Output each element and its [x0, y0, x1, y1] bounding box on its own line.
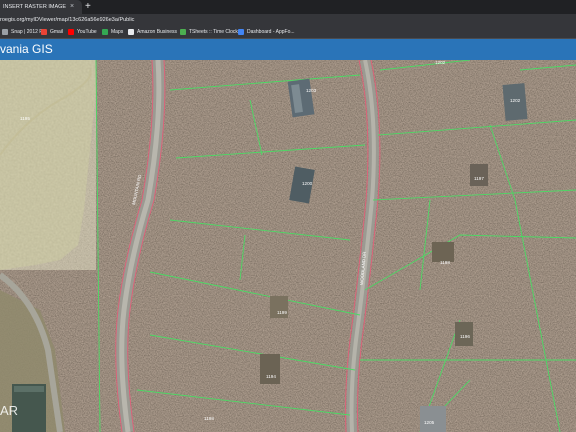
tab-title: INSERT RASTER IMAGE IN AUTOC: [3, 4, 67, 10]
parcel-label: 1202: [510, 98, 521, 103]
house-1198: [432, 242, 454, 262]
app-title: vania GIS: [0, 42, 53, 56]
parcel-label: 1202: [435, 60, 446, 65]
appfolio-icon: [238, 29, 244, 35]
parcel-label: 1198: [204, 416, 214, 421]
bookmark-item-youtube[interactable]: YouTube: [68, 27, 97, 37]
tab-close-icon[interactable]: ×: [70, 2, 74, 12]
house-1194: [260, 354, 280, 384]
browser-tab[interactable]: INSERT RASTER IMAGE IN AUTOC ×: [0, 0, 82, 14]
map-svg[interactable]: 1203 1202 1200 1202 1197 1198 1199 1194 …: [0, 60, 576, 432]
bookmark-label: YouTube: [77, 29, 97, 35]
parcel-label: 1199: [277, 310, 287, 315]
new-tab-button[interactable]: +: [85, 1, 91, 13]
house-1205: [420, 406, 446, 432]
bookmark-label: Amazon Business: [137, 29, 178, 35]
maps-icon: [102, 29, 108, 35]
bookmark-item-amazon[interactable]: Amazon Business: [128, 27, 177, 37]
gmail-icon: [41, 29, 47, 35]
page-icon: [2, 29, 8, 35]
bookmark-item-tsheets[interactable]: TSheets :: Time Clock: [180, 27, 238, 37]
house-1197: [470, 164, 488, 186]
parcel-label: 1205: [424, 420, 435, 425]
bookmark-label: Gmail: [50, 29, 64, 35]
parcel-label: 1195: [20, 116, 30, 121]
parcel-label: 1200: [302, 181, 313, 186]
address-bar[interactable]: roegis.org/myIDViewer/map/13c626a56e926e…: [0, 14, 576, 26]
amazon-icon: [128, 29, 134, 35]
parcel-label: 1194: [266, 374, 276, 379]
bookmark-label: Maps: [111, 29, 124, 35]
bookmark-item-gmail[interactable]: Gmail: [41, 27, 63, 37]
youtube-icon: [68, 29, 74, 35]
parcel-label: 1196: [460, 334, 470, 339]
tsheets-icon: [180, 29, 186, 35]
app-header: vania GIS: [0, 39, 576, 60]
parcel-label: 1203: [306, 88, 317, 93]
bookmark-item-maps[interactable]: Maps: [102, 27, 123, 37]
building-roof-ridge: [14, 386, 44, 392]
map-canvas[interactable]: 1203 1202 1200 1202 1197 1198 1199 1194 …: [0, 60, 576, 432]
bookmark-label: TSheets :: Time Clock: [189, 29, 238, 35]
bookmark-label: Dashboard - AppFo...: [247, 29, 295, 35]
bookmarks-bar: Snap | 2012 R... Gmail YouTube Maps Amaz…: [0, 26, 576, 39]
parcel-label: 1198: [440, 260, 450, 265]
url-text[interactable]: roegis.org/myIDViewer/map/13c626a56e926e…: [0, 15, 134, 25]
parcel-label: 1197: [474, 176, 484, 181]
map-watermark: AR: [0, 403, 19, 418]
bookmark-item-dashboard[interactable]: Dashboard - AppFo...: [238, 27, 295, 37]
tab-strip: INSERT RASTER IMAGE IN AUTOC × +: [0, 0, 576, 14]
